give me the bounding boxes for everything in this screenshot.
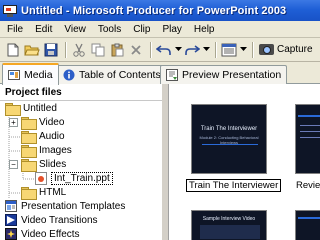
tree-item-label: Untitled: [23, 102, 57, 114]
slide-title: Sample Interview Video: [202, 216, 256, 222]
slide-accent-line: [298, 217, 320, 219]
folder-open-icon: [21, 158, 37, 172]
toolbar: Capture: [0, 38, 320, 62]
menu-bar: File Edit View Tools Clip Play Help: [0, 21, 320, 38]
tree-item-label: Audio: [39, 130, 65, 142]
powerpoint-file-icon: [35, 171, 47, 185]
tab-preview-presentation[interactable]: Preview Presentation: [160, 65, 288, 84]
toolbar-separator: [65, 41, 66, 58]
slide-accent-line: [202, 144, 258, 145]
tab-media[interactable]: Media: [2, 63, 59, 85]
dropdown-arrow-icon[interactable]: [239, 41, 247, 59]
tree-item-slides[interactable]: − Slides: [0, 157, 162, 172]
preview-icon: [166, 69, 178, 81]
undo-icon[interactable]: [155, 41, 173, 59]
thumbnail-caption[interactable]: Review: [296, 180, 320, 191]
slide-text-line: [300, 137, 320, 138]
cut-icon[interactable]: [70, 41, 88, 59]
tab-media-label: Media: [24, 69, 53, 81]
folder-open-icon: [5, 102, 21, 116]
tree-item-audio[interactable]: Audio: [0, 129, 162, 144]
menu-play[interactable]: Play: [162, 24, 181, 35]
tree-item-label: Video: [39, 116, 65, 128]
title-bar: Untitled - Microsoft Producer for PowerP…: [0, 0, 320, 21]
media-icon: [8, 69, 20, 81]
slide-text-line: [300, 131, 320, 132]
slide-thumbnail[interactable]: [295, 210, 320, 240]
dropdown-arrow-icon[interactable]: [202, 41, 210, 59]
expand-plus-icon[interactable]: +: [9, 117, 18, 127]
slide-title: Train The Interviewer: [200, 126, 258, 132]
tree-item-label: HTML: [39, 186, 67, 198]
slide-thumbnail[interactable]: Train The Interviewer Module 2: Conducti…: [191, 104, 267, 174]
delete-icon[interactable]: [127, 41, 145, 59]
tree-item-untitled[interactable]: Untitled: [0, 101, 162, 116]
camera-icon: [259, 44, 274, 55]
folder-icon: [21, 144, 37, 158]
project-files-pane: Project files Untitled + Video Audio Ima…: [0, 84, 165, 240]
dropdown-arrow-icon[interactable]: [174, 41, 182, 59]
tab-preview-presentation-label: Preview Presentation: [182, 69, 282, 81]
tree-item-label: Video Effects: [21, 228, 80, 240]
template-icon: [5, 200, 17, 212]
tab-table-of-contents[interactable]: Table of Contents: [57, 65, 167, 84]
producer-app-icon[interactable]: [3, 4, 17, 17]
thumbnail-caption[interactable]: Train The Interviewer: [186, 179, 282, 192]
info-icon: [63, 69, 75, 81]
effects-icon: [5, 228, 17, 240]
slide-text-line: [300, 125, 320, 126]
menu-tools[interactable]: Tools: [98, 24, 121, 35]
redo-icon[interactable]: [183, 41, 201, 59]
tab-table-of-contents-label: Table of Contents: [79, 69, 161, 81]
toolbar-separator: [252, 41, 253, 58]
slide-thumbnail[interactable]: Sample Interview Video: [191, 210, 267, 240]
window-title: Untitled - Microsoft Producer for PowerP…: [21, 4, 287, 17]
tree-item-presentation-templates[interactable]: Presentation Templates: [0, 199, 162, 213]
paste-icon[interactable]: [108, 41, 126, 59]
transition-icon: [5, 214, 17, 226]
tree-item-html[interactable]: HTML: [0, 185, 162, 200]
capture-label: Capture: [277, 44, 313, 55]
slide-accent-line: [298, 115, 320, 117]
tree-item-label: Presentation Templates: [21, 200, 126, 212]
folder-icon: [21, 116, 37, 130]
capture-button[interactable]: Capture: [259, 44, 313, 55]
toolbar-separator: [215, 41, 216, 58]
video-placeholder: [200, 225, 260, 239]
menu-help[interactable]: Help: [194, 24, 215, 35]
tree-item-int-train-ppt[interactable]: Int_Train.ppt: [0, 171, 162, 185]
open-folder-icon[interactable]: [23, 41, 41, 59]
folder-icon: [21, 130, 37, 144]
folder-icon: [21, 186, 37, 200]
tree-item-label: Int_Train.ppt: [51, 171, 113, 185]
collapse-minus-icon[interactable]: −: [9, 159, 18, 169]
save-icon[interactable]: [42, 41, 60, 59]
menu-clip[interactable]: Clip: [133, 24, 150, 35]
views-icon[interactable]: [220, 41, 238, 59]
toolbar-separator: [150, 41, 151, 58]
tree-item-label: Slides: [39, 158, 67, 170]
tree-item-video[interactable]: + Video: [0, 115, 162, 130]
copy-icon[interactable]: [89, 41, 107, 59]
project-files-header: Project files: [0, 84, 162, 101]
slide-thumbnail[interactable]: [295, 104, 320, 174]
menu-view[interactable]: View: [64, 24, 86, 35]
project-tree: Untitled + Video Audio Images − Slides I…: [0, 101, 162, 240]
tree-item-label: Video Transitions: [21, 214, 98, 226]
menu-edit[interactable]: Edit: [35, 24, 52, 35]
menu-file[interactable]: File: [7, 24, 23, 35]
tree-item-video-transitions[interactable]: Video Transitions: [0, 213, 162, 227]
view-tabs: Media Table of Contents Preview Presenta…: [0, 62, 320, 85]
media-thumbnails-pane: Train The Interviewer Module 2: Conducti…: [168, 84, 320, 240]
tree-item-label: Images: [39, 144, 72, 156]
tree-item-video-effects[interactable]: Video Effects: [0, 227, 162, 240]
tree-item-images[interactable]: Images: [0, 143, 162, 158]
new-document-icon[interactable]: [4, 41, 22, 59]
